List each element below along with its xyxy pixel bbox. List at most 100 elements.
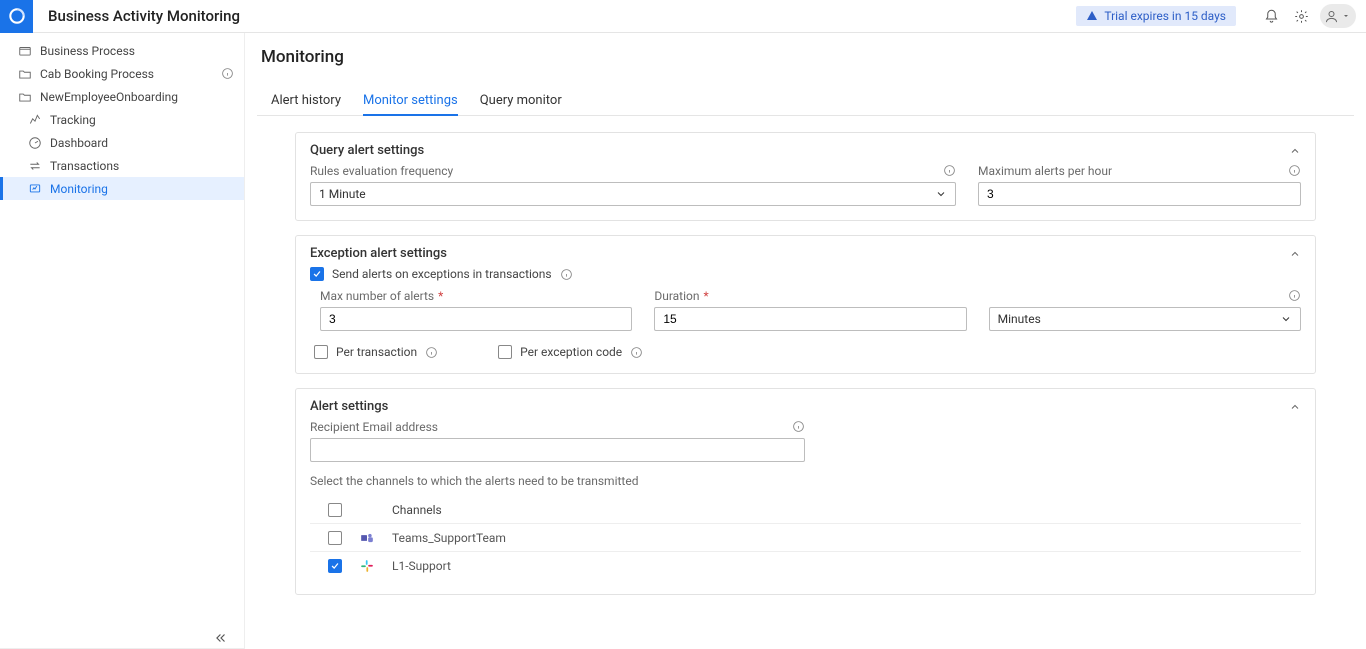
info-icon[interactable] — [1288, 164, 1301, 177]
channels-table: Channels Teams_SupportTeam L1-Support — [310, 496, 1301, 580]
channel-row: L1-Support — [310, 552, 1301, 580]
max-alerts-label: Max number of alerts — [320, 289, 434, 303]
user-menu[interactable] — [1320, 4, 1356, 28]
collapse-panel-button[interactable] — [1289, 401, 1301, 413]
slack-icon — [360, 559, 374, 573]
tab-alert-history[interactable]: Alert history — [271, 87, 341, 115]
sidebar-item-label: NewEmployeeOnboarding — [40, 90, 178, 104]
check-icon — [312, 269, 322, 279]
settings-button[interactable] — [1286, 0, 1316, 33]
freq-select[interactable]: 1 Minute — [310, 182, 956, 206]
chevron-up-icon — [1289, 248, 1301, 260]
sidebar-item-label: Monitoring — [50, 182, 108, 196]
sidebar-item-label: Transactions — [50, 159, 119, 173]
freq-value: 1 Minute — [319, 187, 366, 201]
select-all-channels-checkbox[interactable] — [328, 503, 342, 517]
notifications-button[interactable] — [1256, 0, 1286, 33]
duration-unit-select[interactable]: Minutes — [989, 307, 1301, 331]
collapse-panel-button[interactable] — [1289, 145, 1301, 157]
panel-title-query: Query alert settings — [310, 143, 424, 158]
info-icon[interactable] — [425, 346, 438, 359]
info-icon[interactable] — [560, 268, 573, 281]
channel-row: Teams_SupportTeam — [310, 524, 1301, 552]
app-title: Business Activity Monitoring — [48, 7, 240, 25]
app-logo — [0, 0, 33, 33]
panel-alert-settings: Alert settings Recipient Email address S… — [295, 388, 1316, 595]
trial-badge[interactable]: Trial expires in 15 days — [1076, 6, 1236, 26]
tabs: Alert history Monitor settings Query mon… — [257, 87, 1354, 116]
channel-checkbox[interactable] — [328, 559, 342, 573]
channel-checkbox[interactable] — [328, 531, 342, 545]
dashboard-icon — [28, 136, 42, 150]
sidebar-item-transactions[interactable]: Transactions — [0, 154, 244, 177]
sidebar-item-tracking[interactable]: Tracking — [0, 108, 244, 131]
gear-icon — [1294, 9, 1309, 24]
collapse-sidebar-button[interactable] — [214, 631, 228, 645]
channel-name: Teams_SupportTeam — [392, 531, 506, 545]
caret-down-icon — [1342, 12, 1350, 20]
sidebar-item-new-employee[interactable]: NewEmployeeOnboarding — [0, 85, 244, 108]
sidebar-item-cab-booking[interactable]: Cab Booking Process — [0, 62, 244, 85]
folder-process-icon — [18, 44, 32, 58]
panel-title-exception: Exception alert settings — [310, 246, 447, 261]
chevron-down-icon — [935, 188, 947, 200]
collapse-panel-button[interactable] — [1289, 248, 1301, 260]
sidebar-item-monitoring[interactable]: Monitoring — [0, 177, 244, 200]
max-alerts-input[interactable] — [320, 307, 632, 331]
chevron-up-icon — [1289, 401, 1301, 413]
max-per-hour-label: Maximum alerts per hour — [978, 164, 1301, 178]
per-transaction-label: Per transaction — [336, 345, 417, 359]
info-icon[interactable] — [221, 67, 234, 80]
max-alerts-field[interactable] — [329, 312, 623, 326]
sidebar-item-dashboard[interactable]: Dashboard — [0, 131, 244, 154]
send-alerts-checkbox[interactable] — [310, 267, 324, 281]
unit-value: Minutes — [998, 312, 1041, 326]
info-icon[interactable] — [630, 346, 643, 359]
page-title: Monitoring — [261, 47, 1354, 67]
panel-title-alert: Alert settings — [310, 399, 388, 414]
sidebar-item-label: Cab Booking Process — [40, 67, 154, 81]
email-input[interactable] — [310, 438, 805, 462]
per-exception-label: Per exception code — [520, 345, 622, 359]
sidebar-list: Business Process Cab Booking Process New… — [0, 33, 244, 648]
email-label: Recipient Email address — [310, 420, 805, 434]
content: Monitoring Alert history Monitor setting… — [245, 33, 1366, 649]
check-icon — [330, 561, 340, 571]
tab-monitor-settings[interactable]: Monitor settings — [363, 87, 458, 116]
teams-icon — [360, 531, 374, 545]
email-field[interactable] — [319, 443, 796, 457]
sidebar-item-business-process[interactable]: Business Process — [0, 39, 244, 62]
info-icon[interactable] — [792, 420, 805, 433]
info-icon[interactable] — [1288, 289, 1301, 302]
duration-label: Duration — [654, 289, 699, 303]
per-exception-checkbox[interactable] — [498, 345, 512, 359]
chevron-down-icon — [1280, 313, 1292, 325]
sidebar-item-label: Tracking — [50, 113, 96, 127]
panel-query-alert: Query alert settings Rules evaluation fr… — [295, 132, 1316, 221]
max-per-hour-field[interactable] — [987, 187, 1292, 201]
monitoring-icon — [28, 182, 42, 196]
per-transaction-checkbox[interactable] — [314, 345, 328, 359]
send-alerts-label: Send alerts on exceptions in transaction… — [332, 267, 552, 281]
channels-help: Select the channels to which the alerts … — [310, 474, 1301, 488]
sidebar: Business Process Cab Booking Process New… — [0, 33, 245, 649]
info-icon[interactable] — [943, 164, 956, 177]
channels-header-row: Channels — [310, 496, 1301, 524]
tracking-icon — [28, 113, 42, 127]
transactions-icon — [28, 159, 42, 173]
channel-name: L1-Support — [392, 559, 451, 573]
user-icon — [1324, 9, 1339, 24]
duration-field[interactable] — [663, 312, 957, 326]
bell-icon — [1264, 9, 1279, 24]
chevron-up-icon — [1289, 145, 1301, 157]
panel-exception-alert: Exception alert settings Send alerts on … — [295, 235, 1316, 374]
max-per-hour-input[interactable] — [978, 182, 1301, 206]
freq-label: Rules evaluation frequency — [310, 164, 956, 178]
sidebar-item-label: Dashboard — [50, 136, 108, 150]
tab-query-monitor[interactable]: Query monitor — [480, 87, 562, 115]
folder-icon — [18, 90, 32, 104]
channels-header-label: Channels — [392, 503, 442, 517]
trial-text: Trial expires in 15 days — [1104, 9, 1226, 23]
duration-input[interactable] — [654, 307, 966, 331]
folder-icon — [18, 67, 32, 81]
